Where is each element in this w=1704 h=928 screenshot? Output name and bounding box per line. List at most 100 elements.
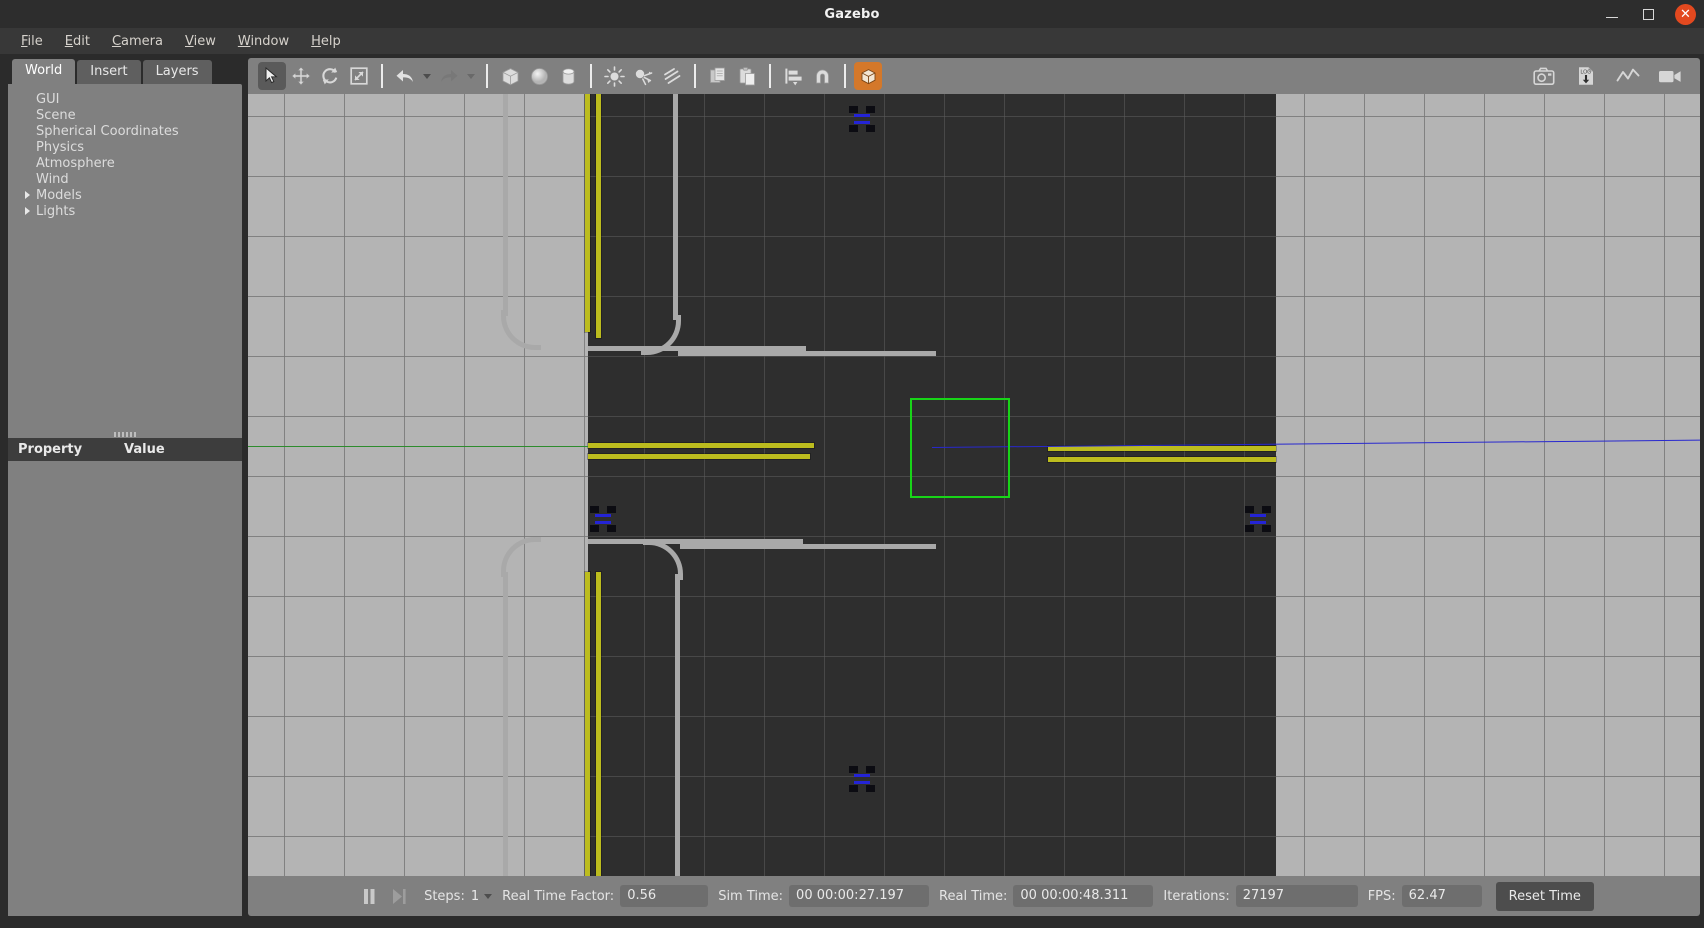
toolbar-separator [769, 64, 771, 88]
column-header-value: Value [124, 442, 165, 457]
lane-marking-east-bottom [1048, 457, 1276, 462]
menu-window[interactable]: Window [227, 31, 300, 52]
translate-mode-button[interactable] [287, 62, 315, 90]
align-icon [783, 66, 804, 87]
tree-item-scene[interactable]: Scene [8, 107, 242, 123]
window-title: Gazebo [824, 6, 880, 22]
tree-item-label: Scene [36, 107, 76, 123]
redo-arrow-icon [439, 67, 459, 85]
pause-icon [361, 888, 377, 905]
paste-icon [737, 66, 758, 87]
curb-sw-vertical [503, 572, 508, 876]
log-data-button[interactable]: LOG [1572, 62, 1600, 90]
panel-splitter[interactable] [8, 430, 242, 438]
copy-icon [708, 66, 729, 87]
selected-model-bounding-box [910, 398, 1010, 498]
redo-history-caret[interactable] [464, 62, 478, 90]
real-time-factor-value: 0.56 [620, 885, 709, 907]
tree-item-label: Models [36, 187, 82, 203]
menu-camera[interactable]: Camera [101, 31, 174, 52]
curb-se-vertical [675, 574, 680, 876]
toolbar-right-group: LOG [1530, 62, 1690, 90]
chevron-right-icon[interactable] [20, 207, 34, 215]
menu-bar: File Edit Camera View Window Help [0, 28, 1704, 54]
insert-box-button[interactable] [496, 62, 524, 90]
tree-item-physics[interactable]: Physics [8, 139, 242, 155]
tree-item-label: Lights [36, 203, 76, 219]
svg-text:LOG: LOG [1580, 70, 1591, 76]
cylinder-icon [558, 66, 579, 87]
simulation-controls: Steps: 1 Real Time Factor: 0.56 Sim Time… [354, 881, 1594, 911]
tree-item-lights[interactable]: Lights [8, 203, 242, 219]
iterations-value: 27197 [1235, 885, 1358, 907]
main-toolbar: LOG [248, 58, 1700, 94]
spot-light-button[interactable] [629, 62, 657, 90]
vehicle-north [849, 106, 875, 132]
tab-layers[interactable]: Layers [142, 60, 212, 84]
plot-window-button[interactable] [1614, 62, 1642, 90]
gazebo-window: Gazebo ✕ File Edit Camera View Window He… [0, 0, 1704, 928]
toolbar-separator [590, 64, 592, 88]
undo-history-caret[interactable] [420, 62, 434, 90]
tree-item-wind[interactable]: Wind [8, 171, 242, 187]
rotate-mode-button[interactable] [316, 62, 344, 90]
tree-item-label: Atmosphere [36, 155, 115, 171]
tree-item-gui[interactable]: GUI [8, 91, 242, 107]
pause-button[interactable] [354, 881, 384, 911]
tree-item-label: Physics [36, 139, 85, 155]
x-axis-line [248, 446, 588, 447]
align-button[interactable] [779, 62, 807, 90]
toolbar-separator [844, 64, 846, 88]
real-time-value: 00 00:00:48.311 [1013, 885, 1154, 907]
vehicle-south [849, 766, 875, 792]
tab-insert[interactable]: Insert [77, 60, 141, 84]
close-icon[interactable]: ✕ [1675, 3, 1696, 25]
scale-mode-button[interactable] [345, 62, 373, 90]
screenshot-button[interactable] [1530, 62, 1558, 90]
property-table-body [8, 461, 242, 916]
record-video-button[interactable] [1656, 62, 1684, 90]
tree-item-atmosphere[interactable]: Atmosphere [8, 155, 242, 171]
tree-item-spherical-coordinates[interactable]: Spherical Coordinates [8, 123, 242, 139]
minimize-icon[interactable] [1603, 5, 1621, 23]
sphere-icon [529, 66, 550, 87]
maximize-icon[interactable] [1639, 5, 1657, 23]
world-tree: GUI Scene Spherical Coordinates Physics [8, 84, 242, 430]
menu-view[interactable]: View [174, 31, 227, 52]
move-arrows-icon [291, 66, 311, 86]
menu-file[interactable]: File [10, 31, 54, 52]
steps-label: Steps: [424, 888, 465, 904]
insert-cylinder-button[interactable] [554, 62, 582, 90]
menu-edit[interactable]: Edit [54, 31, 101, 52]
insert-sphere-button[interactable] [525, 62, 553, 90]
point-light-button[interactable] [600, 62, 628, 90]
real-time-factor-label: Real Time Factor: [502, 888, 615, 904]
chevron-right-icon[interactable] [20, 191, 34, 199]
lane-marking-east-top [1048, 446, 1276, 451]
menu-help[interactable]: Help [300, 31, 352, 52]
step-button[interactable] [384, 881, 414, 911]
paste-button[interactable] [733, 62, 761, 90]
steps-chevron-down-icon[interactable] [484, 893, 493, 899]
select-mode-button[interactable] [258, 62, 286, 90]
3d-render-view[interactable] [248, 94, 1700, 876]
lane-marking-south-left [585, 572, 590, 876]
redo-button[interactable] [435, 62, 463, 90]
vehicle-east [1245, 506, 1271, 532]
reset-time-button[interactable]: Reset Time [1495, 881, 1594, 911]
main-body: World Insert Layers GUI Scene Spherical … [0, 54, 1704, 928]
snap-button[interactable] [808, 62, 836, 90]
directional-light-button[interactable] [658, 62, 686, 90]
undo-button[interactable] [391, 62, 419, 90]
magnet-icon [812, 66, 833, 87]
spot-light-icon [633, 66, 654, 87]
title-bar: Gazebo ✕ [0, 0, 1704, 28]
iterations-label: Iterations: [1163, 888, 1230, 904]
fps-label: FPS: [1367, 888, 1396, 904]
view-angle-button[interactable] [854, 62, 882, 90]
tab-world[interactable]: World [12, 59, 76, 84]
tree-item-models[interactable]: Models [8, 187, 242, 203]
view-angle-icon [858, 66, 879, 87]
window-controls: ✕ [1603, 0, 1696, 28]
copy-button[interactable] [704, 62, 732, 90]
